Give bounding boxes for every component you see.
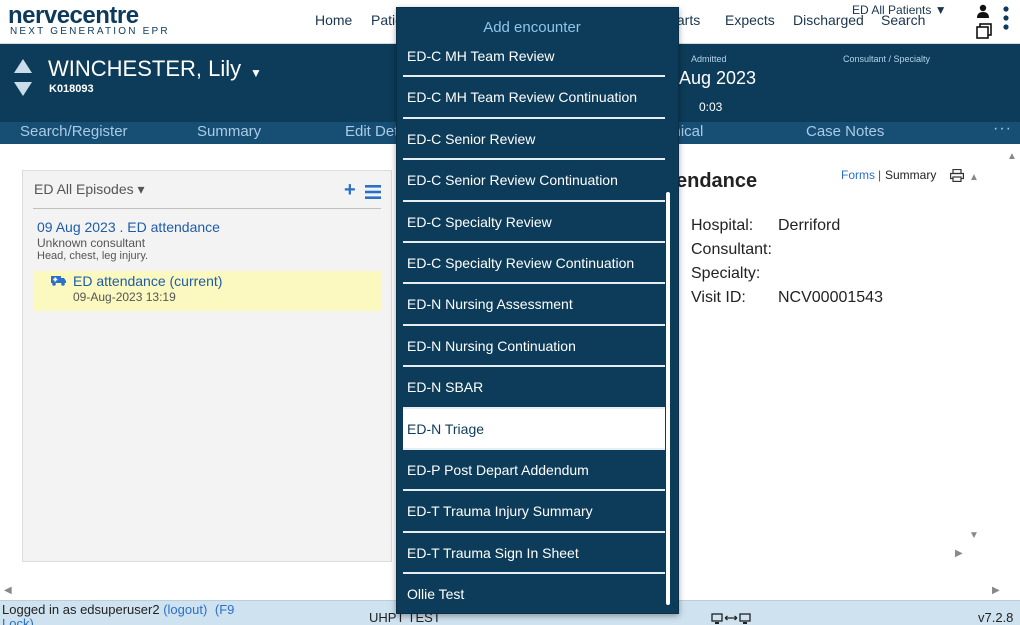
summary-scroll-right-icon[interactable]: ▶ [955,549,963,559]
page-scroll-up-icon[interactable]: ▲ [1007,152,1017,162]
patient-menu-caret-icon[interactable]: ▼ [250,66,262,80]
encounter-date: 09-Aug-2023 13:19 [73,290,176,304]
encounter-option[interactable]: ED-C MH Team Review Continuation [403,77,665,119]
page-scroll-left-icon[interactable]: ◀ [4,586,12,596]
nav-expects[interactable]: Expects [725,12,775,28]
admitted-date: Aug 2023 [679,68,757,88]
encounter-option[interactable]: ED-T Trauma Sign In Sheet [403,533,665,575]
lock-shortcut-link[interactable]: (F9 [215,602,235,617]
previous-patient-arrow-icon[interactable] [14,59,32,73]
encounter-option[interactable]: ED-C Specialty Review [403,202,665,243]
page-scroll-right-icon[interactable]: ▶ [992,586,1000,596]
add-episode-plus-icon[interactable]: + [344,180,356,200]
encounter-option[interactable]: ED-N SBAR [403,367,665,409]
add-encounter-title: Add encounter [483,19,581,36]
encounter-option[interactable]: ED-C MH Team Review [403,36,665,78]
consultant-label: Consultant: [691,241,772,258]
more-vertical-icon[interactable] [1003,6,1009,32]
tab-summary[interactable]: Summary [197,123,261,140]
printer-icon[interactable] [950,169,964,182]
link-separator: | [878,168,882,182]
logged-in-info: Logged in as edsuperuser2 (logout) (F9 [2,602,234,617]
logo-subtitle: NEXT GENERATION EPR [10,26,170,37]
encounter-option[interactable]: ED-C Specialty Review Continuation [403,243,665,285]
dropdown-scrollbar[interactable] [666,192,670,605]
encounter-option[interactable]: Ollie Test [403,574,665,613]
add-encounter-dropdown: Add encounter ED-C MH Team Review ED-C M… [396,7,679,614]
encounter-option[interactable]: ED-T Trauma Injury Summary [403,491,665,533]
nav-home[interactable]: Home [315,12,352,28]
forms-link[interactable]: Forms [841,168,875,182]
patient-id: K018093 [49,83,94,95]
summary-scroll-up-icon[interactable]: ▲ [969,173,979,183]
logout-link[interactable]: (logout) [163,602,207,617]
consultant-specialty-label: Consultant / Specialty [843,54,931,64]
encounter-option[interactable]: ED-N Nursing Assessment [403,284,665,326]
current-encounter-item[interactable]: ED attendance (current) 09-Aug-2023 13:1… [33,271,381,311]
app-version: v7.2.8 [978,610,1014,625]
encounter-title: ED attendance (current) [73,273,223,289]
lock-shortcut-continued[interactable]: Lock) [2,616,34,625]
admitted-time: 0:03 [699,100,723,114]
tab-case-notes[interactable]: Case Notes [806,123,884,140]
logged-in-prefix: Logged in as [2,602,77,617]
episode-consultant: Unknown consultant [37,236,146,250]
username: edsuperuser2 [80,602,160,617]
summary-scroll-down-icon[interactable]: ▼ [969,531,979,541]
admitted-label: Admitted [691,54,727,64]
encounter-option[interactable]: ED-N Nursing Continuation [403,326,665,368]
windows-icon[interactable] [976,23,992,39]
visit-id-value: NCV00001543 [778,289,883,306]
episode-complaint: Head, chest, leg injury. [37,250,149,262]
encounter-option[interactable]: ED-P Post Depart Addendum [403,450,665,492]
encounter-option[interactable]: ED-C Senior Review [403,119,665,161]
encounter-option-highlighted[interactable]: ED-N Triage [403,408,665,450]
hospital-label: Hospital: [691,217,754,234]
ambulance-icon [51,276,66,286]
user-icon[interactable] [976,4,990,18]
tab-more-icon[interactable]: ··· [993,120,1012,138]
next-patient-arrow-icon[interactable] [14,82,32,96]
hospital-value: Derriford [778,217,841,234]
encounter-type-list: ED-C MH Team Review ED-C MH Team Review … [403,36,665,613]
specialty-label: Specialty: [691,265,761,282]
screen-connection-icon [711,613,751,624]
visit-id-label: Visit ID: [691,289,746,306]
panel-divider [33,208,381,209]
menu-list-icon[interactable] [365,185,381,199]
episodes-filter-dropdown[interactable]: ED All Episodes ▾ [34,181,145,198]
episode-link[interactable]: 09 Aug 2023 . ED attendance [37,219,220,235]
patient-list-selector[interactable]: ED All Patients ▼ [852,3,947,17]
encounter-option[interactable]: ED-C Senior Review Continuation [403,160,665,202]
patient-name[interactable]: WINCHESTER, Lily [48,56,241,82]
summary-link[interactable]: Summary [885,168,936,182]
encounter-summary-title: endance [676,170,758,192]
tab-search-register[interactable]: Search/Register [20,123,128,140]
episodes-panel: ED All Episodes ▾ + 09 Aug 2023 . ED att… [22,170,392,562]
